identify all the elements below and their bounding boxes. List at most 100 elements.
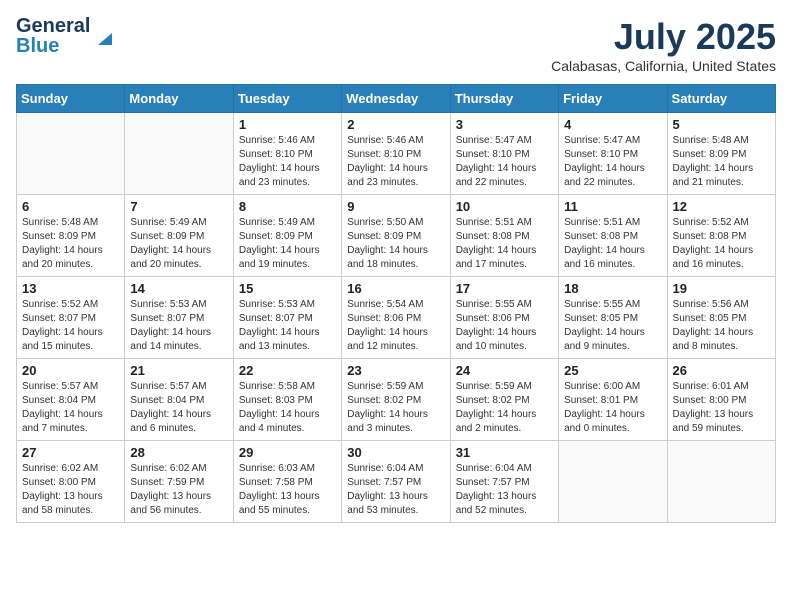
day-info: Sunrise: 6:04 AM Sunset: 7:57 PM Dayligh… [347,462,444,518]
day-info: Sunrise: 5:57 AM Sunset: 8:04 PM Dayligh… [130,380,227,436]
calendar-header-row: SundayMondayTuesdayWednesdayThursdayFrid… [17,85,776,113]
calendar-day-cell: 3 Sunrise: 5:47 AM Sunset: 8:10 PM Daylig… [450,113,558,195]
page-header: General Blue July 2025 Calabasas, Califo… [16,16,776,74]
calendar-day-cell: 2 Sunrise: 5:46 AM Sunset: 8:10 PM Daylig… [342,113,450,195]
day-info: Sunrise: 6:00 AM Sunset: 8:01 PM Dayligh… [564,380,661,436]
calendar-day-cell: 12 Sunrise: 5:52 AM Sunset: 8:08 PM Dayli… [667,195,775,277]
day-number: 12 [673,199,770,214]
calendar-day-cell: 31 Sunrise: 6:04 AM Sunset: 7:57 PM Dayli… [450,441,558,523]
logo-line1: General [16,16,90,36]
day-info: Sunrise: 5:50 AM Sunset: 8:09 PM Dayligh… [347,216,444,272]
day-info: Sunrise: 6:02 AM Sunset: 8:00 PM Dayligh… [22,462,119,518]
calendar-day-cell: 26Sunrise: 6:01 AM Sunset: 8:00 PM Dayli… [667,359,775,441]
calendar-day-cell [125,113,233,195]
day-info: Sunrise: 5:49 AM Sunset: 8:09 PM Dayligh… [130,216,227,272]
calendar-day-cell: 5 Sunrise: 5:48 AM Sunset: 8:09 PM Daylig… [667,113,775,195]
day-number: 25 [564,363,661,378]
day-number: 5 [673,117,770,132]
day-number: 13 [22,281,119,296]
day-info: Sunrise: 5:56 AM Sunset: 8:05 PM Dayligh… [673,298,770,354]
day-number: 3 [456,117,553,132]
day-number: 9 [347,199,444,214]
day-number: 24 [456,363,553,378]
day-info: Sunrise: 5:58 AM Sunset: 8:03 PM Dayligh… [239,380,336,436]
day-info: Sunrise: 5:48 AM Sunset: 8:09 PM Dayligh… [22,216,119,272]
weekday-header-thursday: Thursday [450,85,558,113]
calendar-day-cell: 29 Sunrise: 6:03 AM Sunset: 7:58 PM Dayli… [233,441,341,523]
calendar-day-cell: 27Sunrise: 6:02 AM Sunset: 8:00 PM Dayli… [17,441,125,523]
calendar-day-cell [667,441,775,523]
day-number: 29 [239,445,336,460]
day-info: Sunrise: 5:53 AM Sunset: 8:07 PM Dayligh… [239,298,336,354]
weekday-header-tuesday: Tuesday [233,85,341,113]
day-number: 23 [347,363,444,378]
location: Calabasas, California, United States [551,58,776,74]
logo: General Blue [16,16,116,56]
day-number: 14 [130,281,227,296]
day-info: Sunrise: 5:47 AM Sunset: 8:10 PM Dayligh… [456,134,553,190]
day-number: 30 [347,445,444,460]
calendar-day-cell: 30 Sunrise: 6:04 AM Sunset: 7:57 PM Dayli… [342,441,450,523]
day-info: Sunrise: 6:04 AM Sunset: 7:57 PM Dayligh… [456,462,553,518]
calendar-day-cell: 14 Sunrise: 5:53 AM Sunset: 8:07 PM Dayli… [125,277,233,359]
day-info: Sunrise: 5:55 AM Sunset: 8:06 PM Dayligh… [456,298,553,354]
calendar-week-row: 27Sunrise: 6:02 AM Sunset: 8:00 PM Dayli… [17,441,776,523]
day-info: Sunrise: 6:03 AM Sunset: 7:58 PM Dayligh… [239,462,336,518]
day-info: Sunrise: 5:52 AM Sunset: 8:08 PM Dayligh… [673,216,770,272]
calendar-day-cell: 1Sunrise: 5:46 AM Sunset: 8:10 PM Daylig… [233,113,341,195]
calendar-day-cell: 7 Sunrise: 5:49 AM Sunset: 8:09 PM Daylig… [125,195,233,277]
day-number: 26 [673,363,770,378]
day-info: Sunrise: 5:51 AM Sunset: 8:08 PM Dayligh… [564,216,661,272]
calendar-day-cell: 17 Sunrise: 5:55 AM Sunset: 8:06 PM Dayli… [450,277,558,359]
day-info: Sunrise: 5:59 AM Sunset: 8:02 PM Dayligh… [456,380,553,436]
day-number: 11 [564,199,661,214]
calendar-table: SundayMondayTuesdayWednesdayThursdayFrid… [16,84,776,523]
day-number: 4 [564,117,661,132]
calendar-day-cell [559,441,667,523]
day-info: Sunrise: 5:46 AM Sunset: 8:10 PM Dayligh… [347,134,444,190]
day-number: 20 [22,363,119,378]
day-number: 2 [347,117,444,132]
day-number: 21 [130,363,227,378]
calendar-day-cell: 8Sunrise: 5:49 AM Sunset: 8:09 PM Daylig… [233,195,341,277]
calendar-day-cell [17,113,125,195]
day-number: 28 [130,445,227,460]
day-number: 16 [347,281,444,296]
calendar-day-cell: 15 Sunrise: 5:53 AM Sunset: 8:07 PM Dayli… [233,277,341,359]
day-number: 10 [456,199,553,214]
weekday-header-wednesday: Wednesday [342,85,450,113]
weekday-header-monday: Monday [125,85,233,113]
day-info: Sunrise: 5:51 AM Sunset: 8:08 PM Dayligh… [456,216,553,272]
calendar-day-cell: 9 Sunrise: 5:50 AM Sunset: 8:09 PM Daylig… [342,195,450,277]
logo-icon [94,27,116,49]
weekday-header-saturday: Saturday [667,85,775,113]
day-info: Sunrise: 5:52 AM Sunset: 8:07 PM Dayligh… [22,298,119,354]
logo-line2: Blue [16,36,90,56]
calendar-day-cell: 6 Sunrise: 5:48 AM Sunset: 8:09 PM Daylig… [17,195,125,277]
day-info: Sunrise: 5:47 AM Sunset: 8:10 PM Dayligh… [564,134,661,190]
day-number: 6 [22,199,119,214]
weekday-header-friday: Friday [559,85,667,113]
calendar-day-cell: 10 Sunrise: 5:51 AM Sunset: 8:08 PM Dayli… [450,195,558,277]
day-info: Sunrise: 5:54 AM Sunset: 8:06 PM Dayligh… [347,298,444,354]
day-number: 17 [456,281,553,296]
calendar-week-row: 1Sunrise: 5:46 AM Sunset: 8:10 PM Daylig… [17,113,776,195]
calendar-day-cell: 24 Sunrise: 5:59 AM Sunset: 8:02 PM Dayli… [450,359,558,441]
calendar-day-cell: 11 Sunrise: 5:51 AM Sunset: 8:08 PM Dayli… [559,195,667,277]
day-info: Sunrise: 6:02 AM Sunset: 7:59 PM Dayligh… [130,462,227,518]
day-number: 15 [239,281,336,296]
calendar-day-cell: 13 Sunrise: 5:52 AM Sunset: 8:07 PM Dayli… [17,277,125,359]
day-info: Sunrise: 5:53 AM Sunset: 8:07 PM Dayligh… [130,298,227,354]
weekday-header-sunday: Sunday [17,85,125,113]
calendar-day-cell: 4 Sunrise: 5:47 AM Sunset: 8:10 PM Daylig… [559,113,667,195]
day-info: Sunrise: 5:55 AM Sunset: 8:05 PM Dayligh… [564,298,661,354]
day-info: Sunrise: 5:48 AM Sunset: 8:09 PM Dayligh… [673,134,770,190]
day-number: 8 [239,199,336,214]
calendar-day-cell: 19Sunrise: 5:56 AM Sunset: 8:05 PM Dayli… [667,277,775,359]
day-number: 7 [130,199,227,214]
calendar-day-cell: 21 Sunrise: 5:57 AM Sunset: 8:04 PM Dayli… [125,359,233,441]
day-number: 31 [456,445,553,460]
month-title: July 2025 [551,16,776,58]
day-number: 18 [564,281,661,296]
day-info: Sunrise: 5:46 AM Sunset: 8:10 PM Dayligh… [239,134,336,190]
